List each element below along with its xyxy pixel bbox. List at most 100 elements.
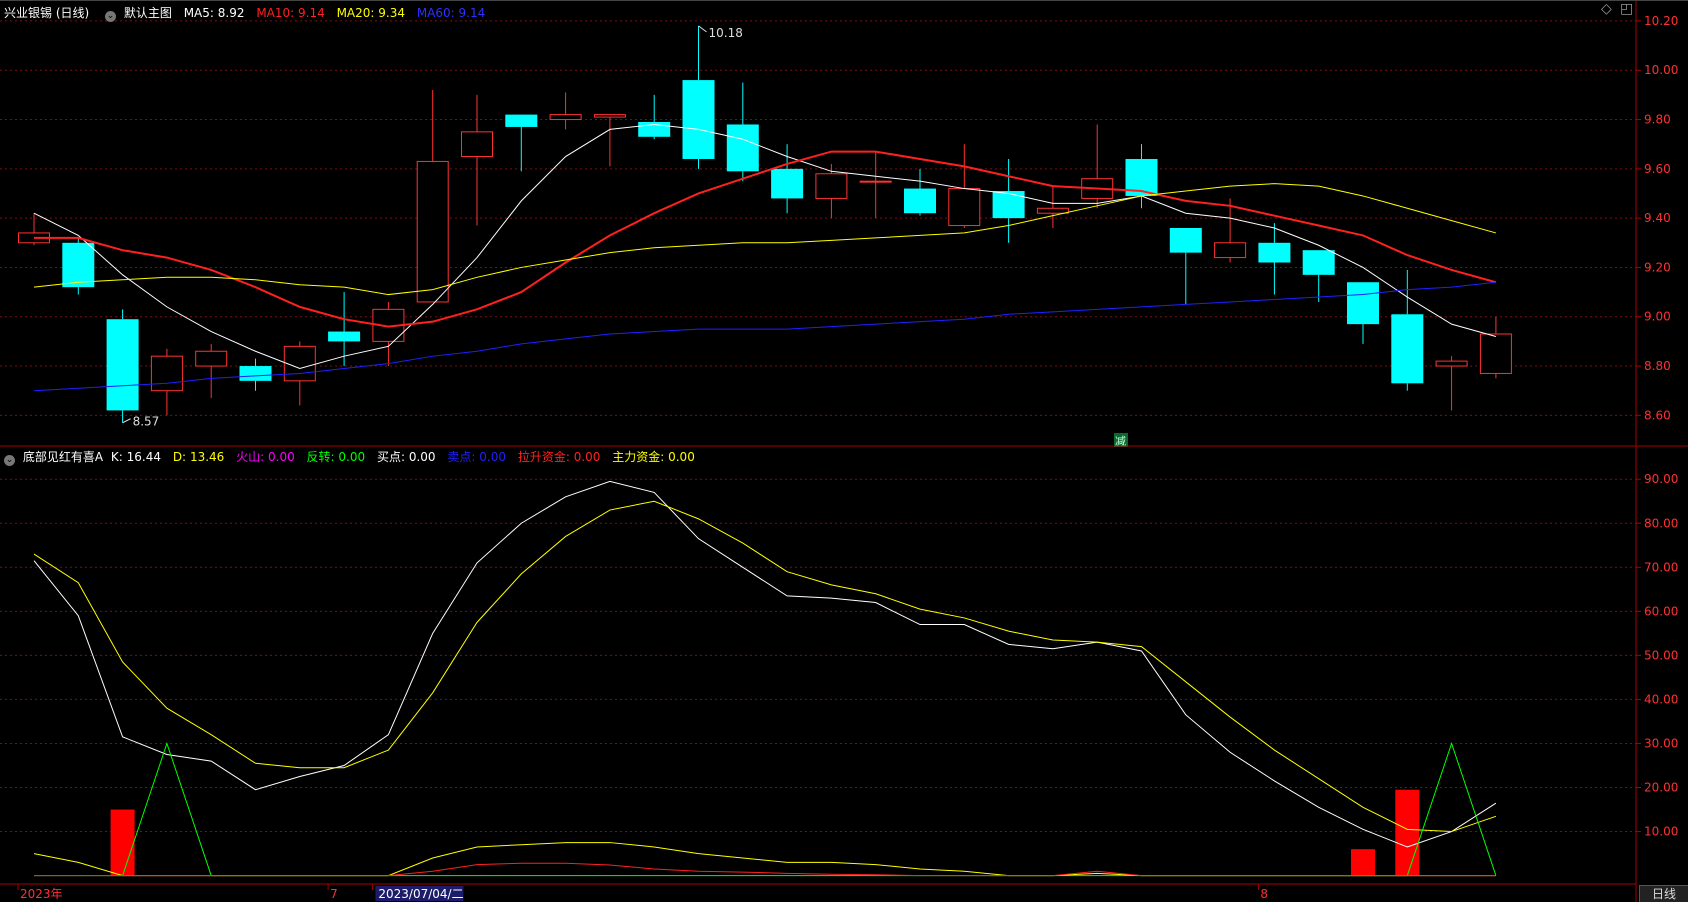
price-tick-label: 10.20 — [1644, 14, 1678, 28]
buy-legend: 买点: 0.00 — [376, 450, 436, 464]
candle-body — [62, 242, 95, 288]
candle — [771, 144, 804, 214]
candle-body — [859, 180, 892, 183]
candle-body — [150, 355, 183, 392]
candle-body — [1302, 250, 1335, 275]
pullup-legend: 拉升资金: 0.00 — [517, 450, 601, 464]
candle-body — [682, 80, 715, 159]
indicator-tick-label: 80.00 — [1644, 516, 1678, 530]
candle — [106, 309, 139, 423]
candle — [682, 25, 715, 169]
candle-body — [1169, 228, 1202, 253]
candle — [726, 82, 759, 182]
ma10-legend: MA10: 9.14 — [256, 6, 325, 20]
low-annotation-text: 8.57 — [133, 415, 160, 429]
low-annotation: 8.57 — [122, 415, 160, 429]
chevron-down-icon[interactable]: ⌄ — [4, 455, 15, 466]
diamond-icon[interactable]: ◇ — [1601, 2, 1612, 16]
indicator-line-拉升资金 — [34, 862, 1496, 877]
price-tick-label: 9.40 — [1644, 211, 1671, 225]
price-tick-label: 8.60 — [1644, 408, 1671, 422]
candle-body — [904, 188, 936, 214]
k-legend: K: 16.44 — [110, 450, 161, 464]
candle — [1435, 356, 1468, 411]
indicator-header: ⌄ 底部见红有喜A K: 16.44 D: 13.46 火山: 0.00 反转:… — [4, 448, 703, 466]
price-tick-label: 10.00 — [1644, 63, 1678, 77]
candle-body — [1347, 282, 1379, 325]
line-ma10 — [34, 150, 1497, 328]
candle — [593, 114, 626, 167]
candle — [195, 343, 228, 399]
candle-body — [283, 345, 316, 382]
candle — [638, 94, 671, 140]
indicator-tick-label: 30.00 — [1644, 736, 1678, 750]
indicator-bar — [1395, 789, 1420, 876]
candle — [1258, 223, 1291, 295]
price-tick-label: 9.80 — [1644, 113, 1671, 127]
candle-body — [593, 114, 626, 118]
volcano-legend: 火山: 0.00 — [236, 450, 295, 464]
candle — [992, 158, 1025, 243]
high-annotation-text: 10.18 — [709, 26, 743, 40]
indicator-tick-label: 40.00 — [1644, 692, 1678, 706]
candle-body — [1214, 242, 1247, 259]
indicator-tick-label: 70.00 — [1644, 560, 1678, 574]
candle-body — [992, 191, 1025, 219]
indicator-tick-label: 20.00 — [1644, 781, 1678, 795]
indicator-line-反转 — [34, 741, 1497, 877]
indicator-name[interactable]: 底部见红有喜A — [23, 450, 103, 464]
resize-icon[interactable]: ◰ — [1620, 2, 1633, 16]
x-axis-label: 2023年 — [20, 887, 63, 901]
x-axis-label: 8 — [1260, 887, 1268, 901]
candle — [1036, 186, 1069, 228]
line-ma20 — [33, 183, 1497, 296]
indicator-line-K — [33, 480, 1497, 848]
candle — [1479, 316, 1512, 379]
annotation-pointer — [122, 418, 131, 424]
main-chart-header: 兴业银锡 (日线) ⌄ 默认主图 MA5: 8.92 MA10: 9.14 MA… — [4, 4, 493, 22]
candle — [1081, 124, 1114, 209]
price-chart: 10.188.57减 — [18, 25, 1512, 448]
candle — [62, 237, 95, 295]
candle-body — [771, 168, 804, 199]
x-axis-label: 2023/07/04/二 — [378, 887, 463, 901]
candle-body — [461, 131, 493, 158]
grid-layer — [0, 20, 1636, 833]
stock-title: 兴业银锡 (日线) — [4, 6, 90, 20]
price-tick-label: 9.60 — [1644, 162, 1671, 176]
candle-body — [416, 160, 449, 303]
main-chart-label[interactable]: 默认主图 — [124, 6, 172, 20]
candle-body — [549, 114, 582, 121]
price-tick-label: 8.80 — [1644, 359, 1671, 373]
candle-body — [948, 188, 981, 227]
chevron-down-icon[interactable]: ⌄ — [105, 11, 117, 22]
candle — [948, 144, 981, 228]
candle-body — [1391, 314, 1424, 384]
indicator-chart — [33, 480, 1497, 877]
candle-body — [1258, 242, 1291, 263]
candle — [372, 301, 405, 367]
ma60-legend: MA60: 9.14 — [416, 6, 486, 20]
price-tick-label: 9.00 — [1644, 310, 1671, 324]
candle — [461, 94, 493, 226]
candle — [416, 89, 449, 303]
indicator-bar — [110, 809, 135, 876]
candle — [505, 114, 538, 172]
indicator-line-主力资金 — [33, 842, 1496, 877]
candle-body — [195, 350, 228, 367]
candle — [904, 168, 936, 216]
candle-body — [505, 114, 538, 127]
candle — [1169, 228, 1202, 305]
indicator-tick-label: 50.00 — [1644, 648, 1678, 662]
candle-body — [1036, 207, 1069, 214]
period-button[interactable]: 日线 — [1639, 885, 1688, 902]
candle-body — [328, 331, 361, 342]
indicator-tick-label: 90.00 — [1644, 472, 1678, 486]
indicator-tick-label: 60.00 — [1644, 604, 1678, 618]
candle-body — [239, 366, 272, 381]
indicator-tick-label: 10.00 — [1644, 825, 1678, 839]
d-legend: D: 13.46 — [172, 450, 225, 464]
candle-body — [106, 319, 139, 411]
annotation-pointer — [698, 25, 707, 33]
main-fund-legend: 主力资金: 0.00 — [612, 450, 695, 464]
